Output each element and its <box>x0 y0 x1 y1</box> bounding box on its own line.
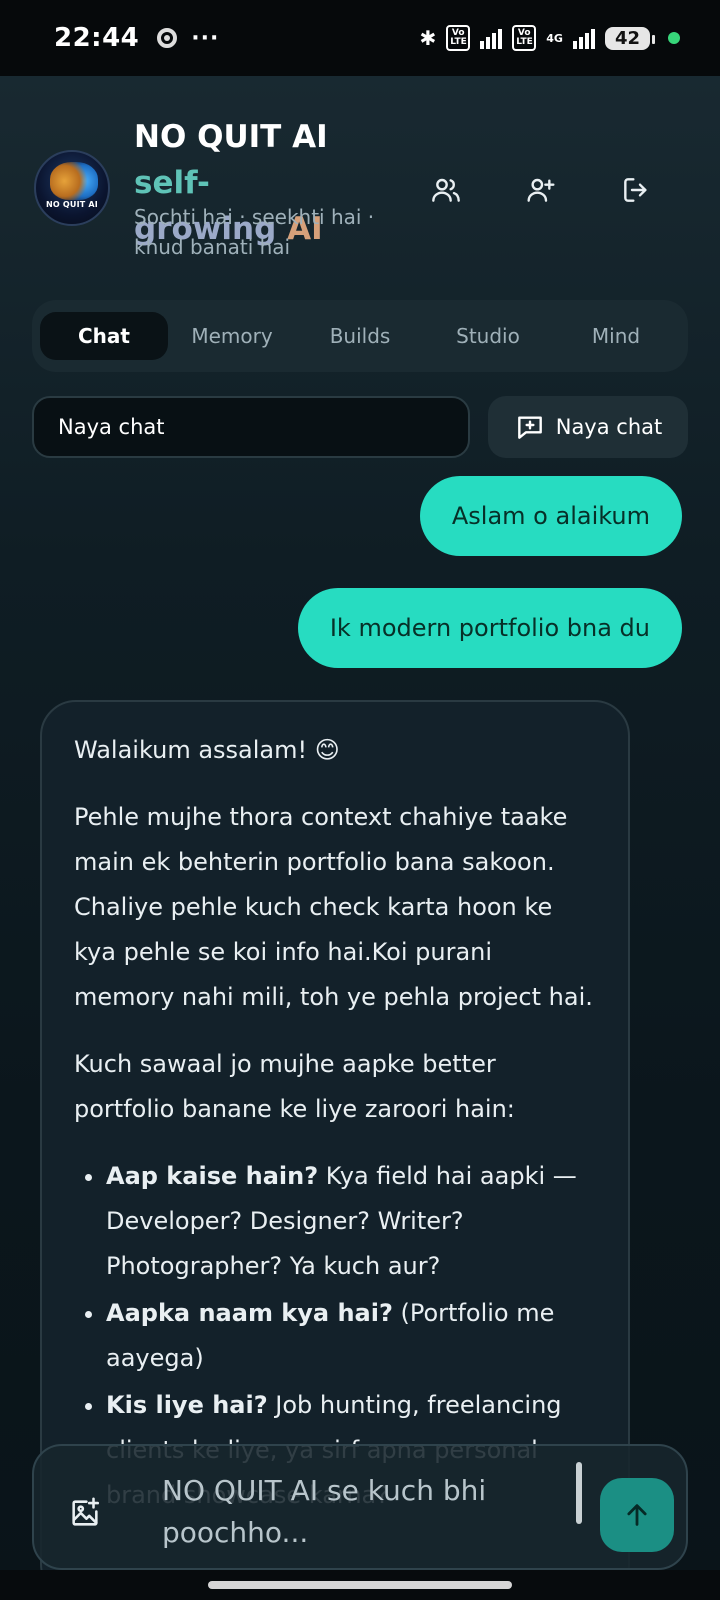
tab-chat[interactable]: Chat <box>40 312 168 360</box>
title-part: self- <box>134 165 210 201</box>
question-bold: Aap kaise hain? <box>106 1162 319 1190</box>
title-part: NO QUIT AI <box>134 119 328 155</box>
assistant-paragraph: Pehle mujhe thora context chahiye taake … <box>74 803 593 1011</box>
users-icon <box>432 178 460 202</box>
list-item: Aapka naam kya hai? (Portfolio me aayega… <box>106 1291 596 1381</box>
new-chat-label: Naya chat <box>555 415 663 439</box>
assistant-greeting: Walaikum assalam! 😊 <box>74 736 340 764</box>
tab-memory[interactable]: Memory <box>168 312 296 360</box>
send-button[interactable] <box>600 1478 674 1552</box>
status-bar: 22:44 ··· ✱ Vo LTE Vo LTE 4G 42 <box>0 0 720 76</box>
add-user-button[interactable] <box>518 168 562 212</box>
tab-mind[interactable]: Mind <box>552 312 680 360</box>
attach-image-button[interactable] <box>68 1496 102 1530</box>
battery-indicator: 42 <box>604 26 656 50</box>
logout-button[interactable] <box>614 168 658 212</box>
signal-icon <box>480 27 503 49</box>
chat-selector[interactable]: Naya chat <box>32 396 470 458</box>
question-bold: Kis liye hai? <box>106 1391 268 1419</box>
app-header: NO QUIT AI NO QUIT AI self-growing AI So… <box>32 110 692 270</box>
assistant-paragraph: Kuch sawaal jo mujhe aapke better portfo… <box>74 1050 515 1123</box>
volte-icon-2: Vo LTE <box>512 25 537 51</box>
users-button[interactable] <box>424 168 468 212</box>
status-time: 22:44 <box>54 23 140 53</box>
chat-selector-value: Naya chat <box>58 415 165 439</box>
arrow-up-icon <box>627 1504 647 1526</box>
input-scrollbar[interactable] <box>576 1462 582 1524</box>
tab-studio[interactable]: Studio <box>424 312 552 360</box>
status-icons: ✱ Vo LTE Vo LTE 4G 42 <box>419 25 680 51</box>
logo-text: NO QUIT AI <box>46 200 98 209</box>
new-chat-button[interactable]: Naya chat <box>488 396 688 458</box>
signal-icon-2 <box>572 27 595 49</box>
logout-icon <box>624 178 647 202</box>
add-user-icon <box>527 178 555 202</box>
user-message: Ik modern portfolio bna du <box>297 588 682 668</box>
tab-bar: Chat Memory Builds Studio Mind <box>32 300 688 372</box>
tab-builds[interactable]: Builds <box>296 312 424 360</box>
network-type: 4G <box>546 31 563 45</box>
message-input[interactable]: NO QUIT AI se kuch bhi poochho... <box>162 1470 542 1568</box>
user-message: Aslam o alaikum <box>419 476 682 556</box>
chrome-icon <box>157 28 178 48</box>
question-bold: Aapka naam kya hai? <box>106 1299 393 1327</box>
home-gesture-handle[interactable] <box>208 1581 512 1589</box>
app-logo: NO QUIT AI <box>34 150 110 226</box>
image-add-icon <box>72 1497 100 1526</box>
more-notifications-icon: ··· <box>191 25 220 51</box>
privacy-dot-icon <box>668 32 680 44</box>
message-plus-icon <box>517 416 542 439</box>
brain-icon <box>50 162 98 200</box>
bluetooth-icon: ✱ <box>419 26 437 50</box>
list-item: Aap kaise hain? Kya field hai aapki — De… <box>106 1154 596 1289</box>
app-subtitle: Sochti hai · seekhti hai · khud banati h… <box>134 205 375 259</box>
volte-icon: Vo LTE <box>446 25 471 51</box>
message-composer: NO QUIT AI se kuch bhi poochho... <box>32 1444 688 1570</box>
